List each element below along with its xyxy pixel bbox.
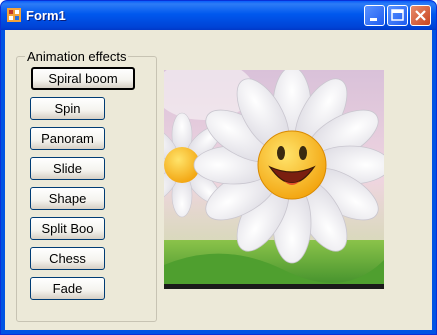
maximize-icon (391, 9, 404, 21)
window-title: Form1 (26, 8, 66, 23)
groupbox-label: Animation effects (25, 49, 129, 64)
smiling-daisy-image (164, 70, 384, 289)
spiral-boom-button[interactable]: Spiral boom (31, 67, 135, 90)
minimize-button[interactable] (364, 5, 385, 26)
panoram-button[interactable]: Panoram (30, 127, 105, 150)
form-app-icon[interactable] (7, 8, 21, 22)
close-icon (415, 10, 426, 21)
form-window: Form1 Animation effects Spiral boom Spin… (0, 0, 437, 335)
shape-button[interactable]: Shape (30, 187, 105, 210)
title-bar[interactable]: Form1 (1, 1, 436, 30)
minimize-icon (370, 18, 377, 21)
spin-button[interactable]: Spin (30, 97, 105, 120)
close-button[interactable] (410, 5, 431, 26)
maximize-button[interactable] (387, 5, 408, 26)
client-area: Animation effects Spiral boom Spin Panor… (5, 30, 432, 330)
picture-box (164, 70, 384, 289)
split-boo-button[interactable]: Split Boo (30, 217, 105, 240)
fade-button[interactable]: Fade (30, 277, 105, 300)
chess-button[interactable]: Chess (30, 247, 105, 270)
slide-button[interactable]: Slide (30, 157, 105, 180)
